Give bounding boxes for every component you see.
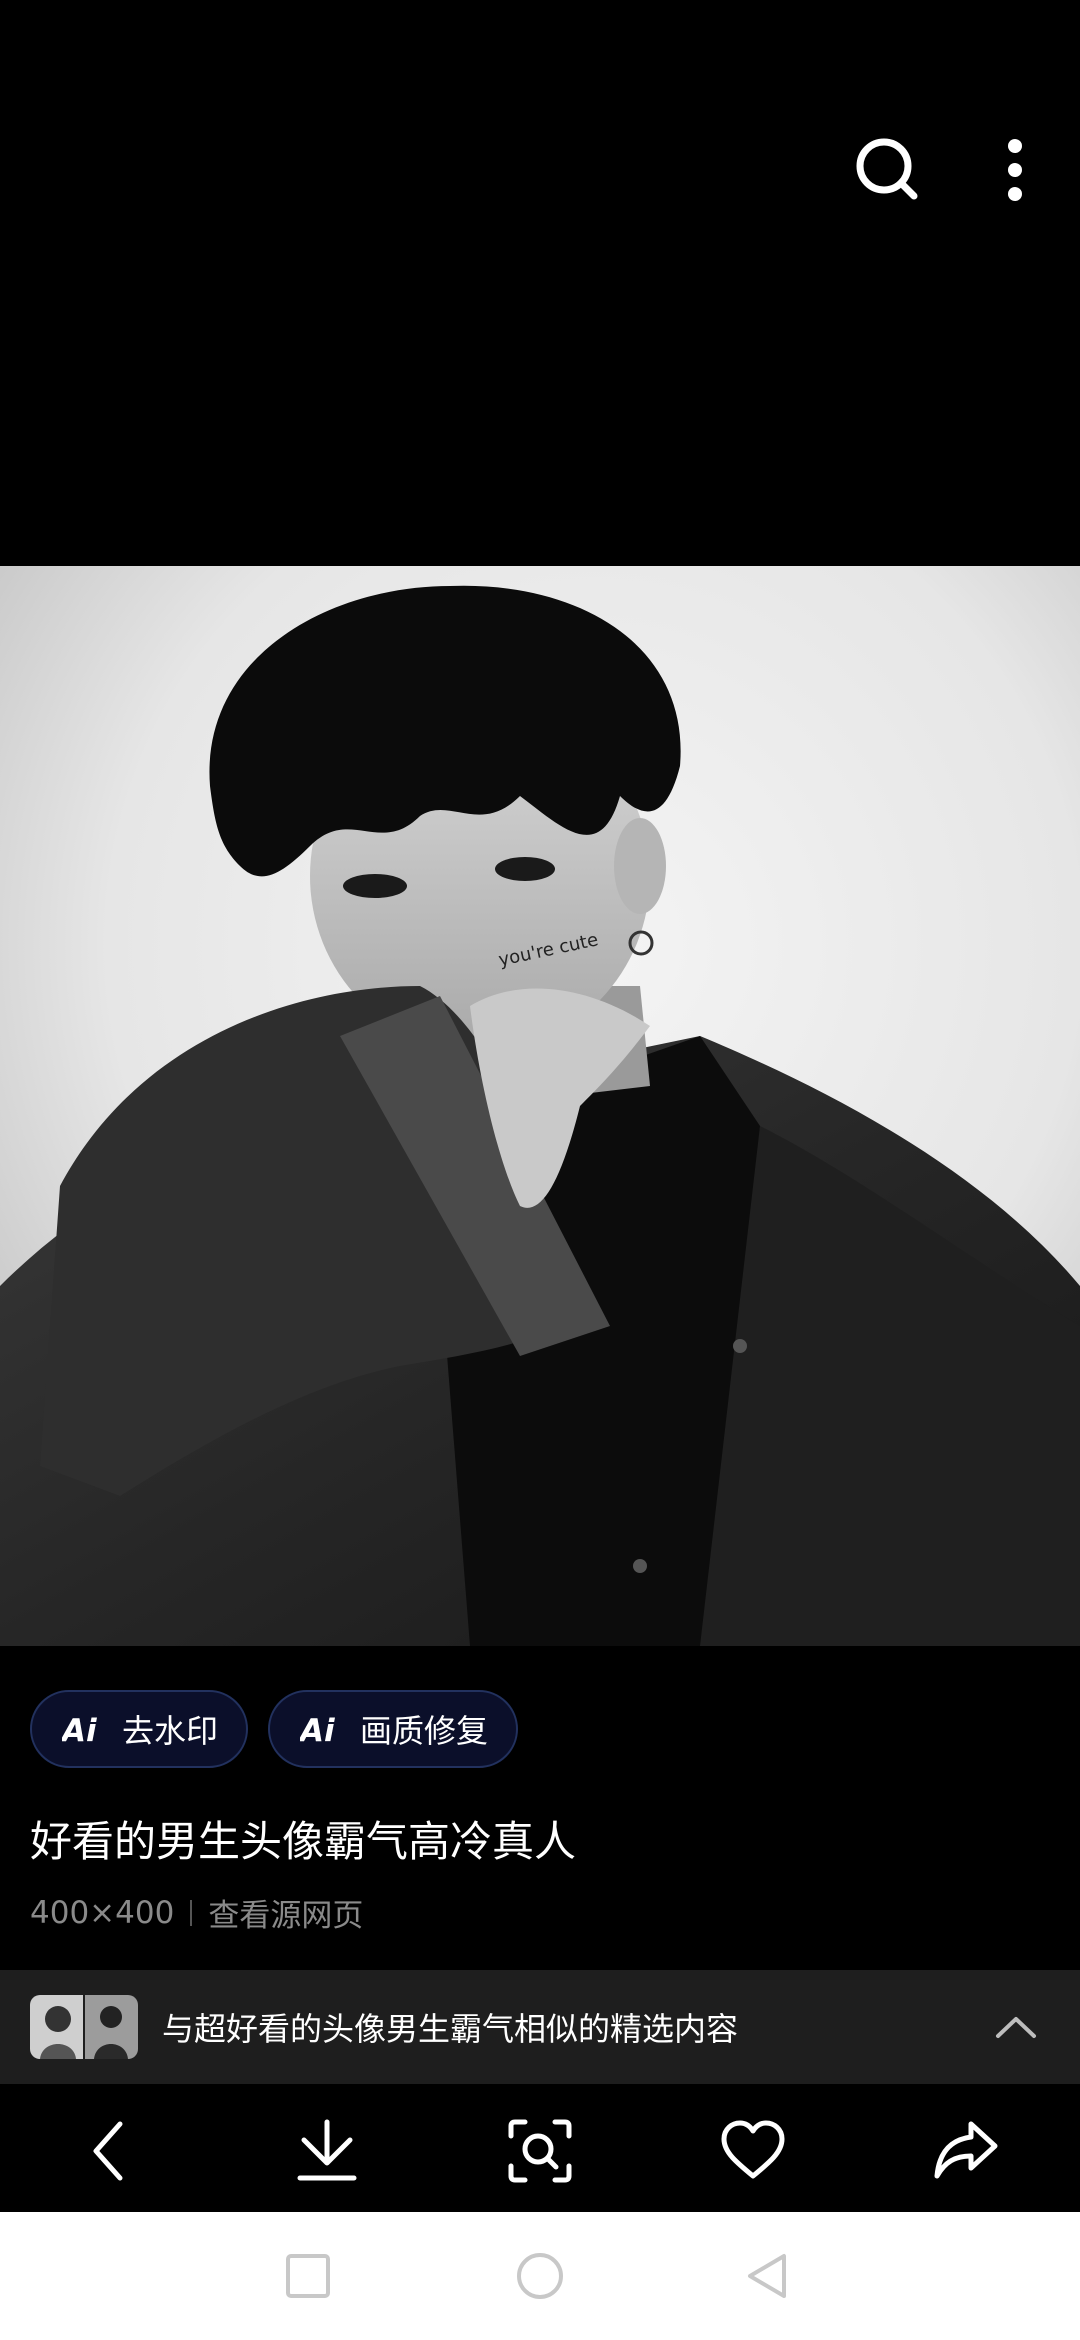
home-icon[interactable]	[512, 2248, 568, 2304]
svg-text:Ai: Ai	[300, 1713, 335, 1747]
portrait-illustration: you're cute	[0, 566, 1080, 1646]
back-icon[interactable]	[74, 2114, 148, 2188]
similar-thumbnails	[30, 1995, 138, 2059]
thumbnail-image	[30, 1995, 138, 2059]
chip-label: 去水印	[122, 1712, 219, 1750]
visual-search-icon[interactable]	[503, 2114, 577, 2188]
heart-icon[interactable]	[716, 2114, 790, 2188]
similar-content-text: 与超好看的头像男生霸气相似的精选内容	[162, 2010, 739, 2048]
ai-icon: Ai	[300, 1713, 335, 1747]
similar-content-bar[interactable]: 与超好看的头像男生霸气相似的精选内容	[0, 1970, 1080, 2084]
ai-remove-watermark-button[interactable]: Ai 去水印	[30, 1690, 249, 1768]
download-icon[interactable]	[290, 2114, 364, 2188]
action-bar	[0, 2086, 1080, 2212]
system-navigation-bar	[0, 2212, 1080, 2340]
meta-divider	[190, 1899, 193, 1926]
image-meta: 400×400 查看源网页	[30, 1890, 363, 1935]
recent-apps-icon[interactable]	[280, 2248, 336, 2304]
ai-icon: Ai	[62, 1713, 97, 1747]
main-image[interactable]: you're cute	[0, 566, 1080, 1646]
chevron-up-icon[interactable]	[994, 2006, 1038, 2050]
image-title: 好看的男生头像霸气高冷真人	[30, 1817, 577, 1866]
back-triangle-icon[interactable]	[740, 2248, 796, 2304]
share-icon[interactable]	[929, 2114, 1003, 2188]
search-icon[interactable]	[848, 130, 928, 210]
chip-label: 画质修复	[360, 1712, 489, 1750]
view-source-link[interactable]: 查看源网页	[208, 1890, 363, 1935]
svg-text:Ai: Ai	[62, 1713, 97, 1747]
ai-quality-repair-button[interactable]: Ai 画质修复	[268, 1690, 519, 1768]
more-vertical-icon[interactable]	[990, 130, 1040, 210]
image-size: 400×400	[30, 1894, 175, 1931]
